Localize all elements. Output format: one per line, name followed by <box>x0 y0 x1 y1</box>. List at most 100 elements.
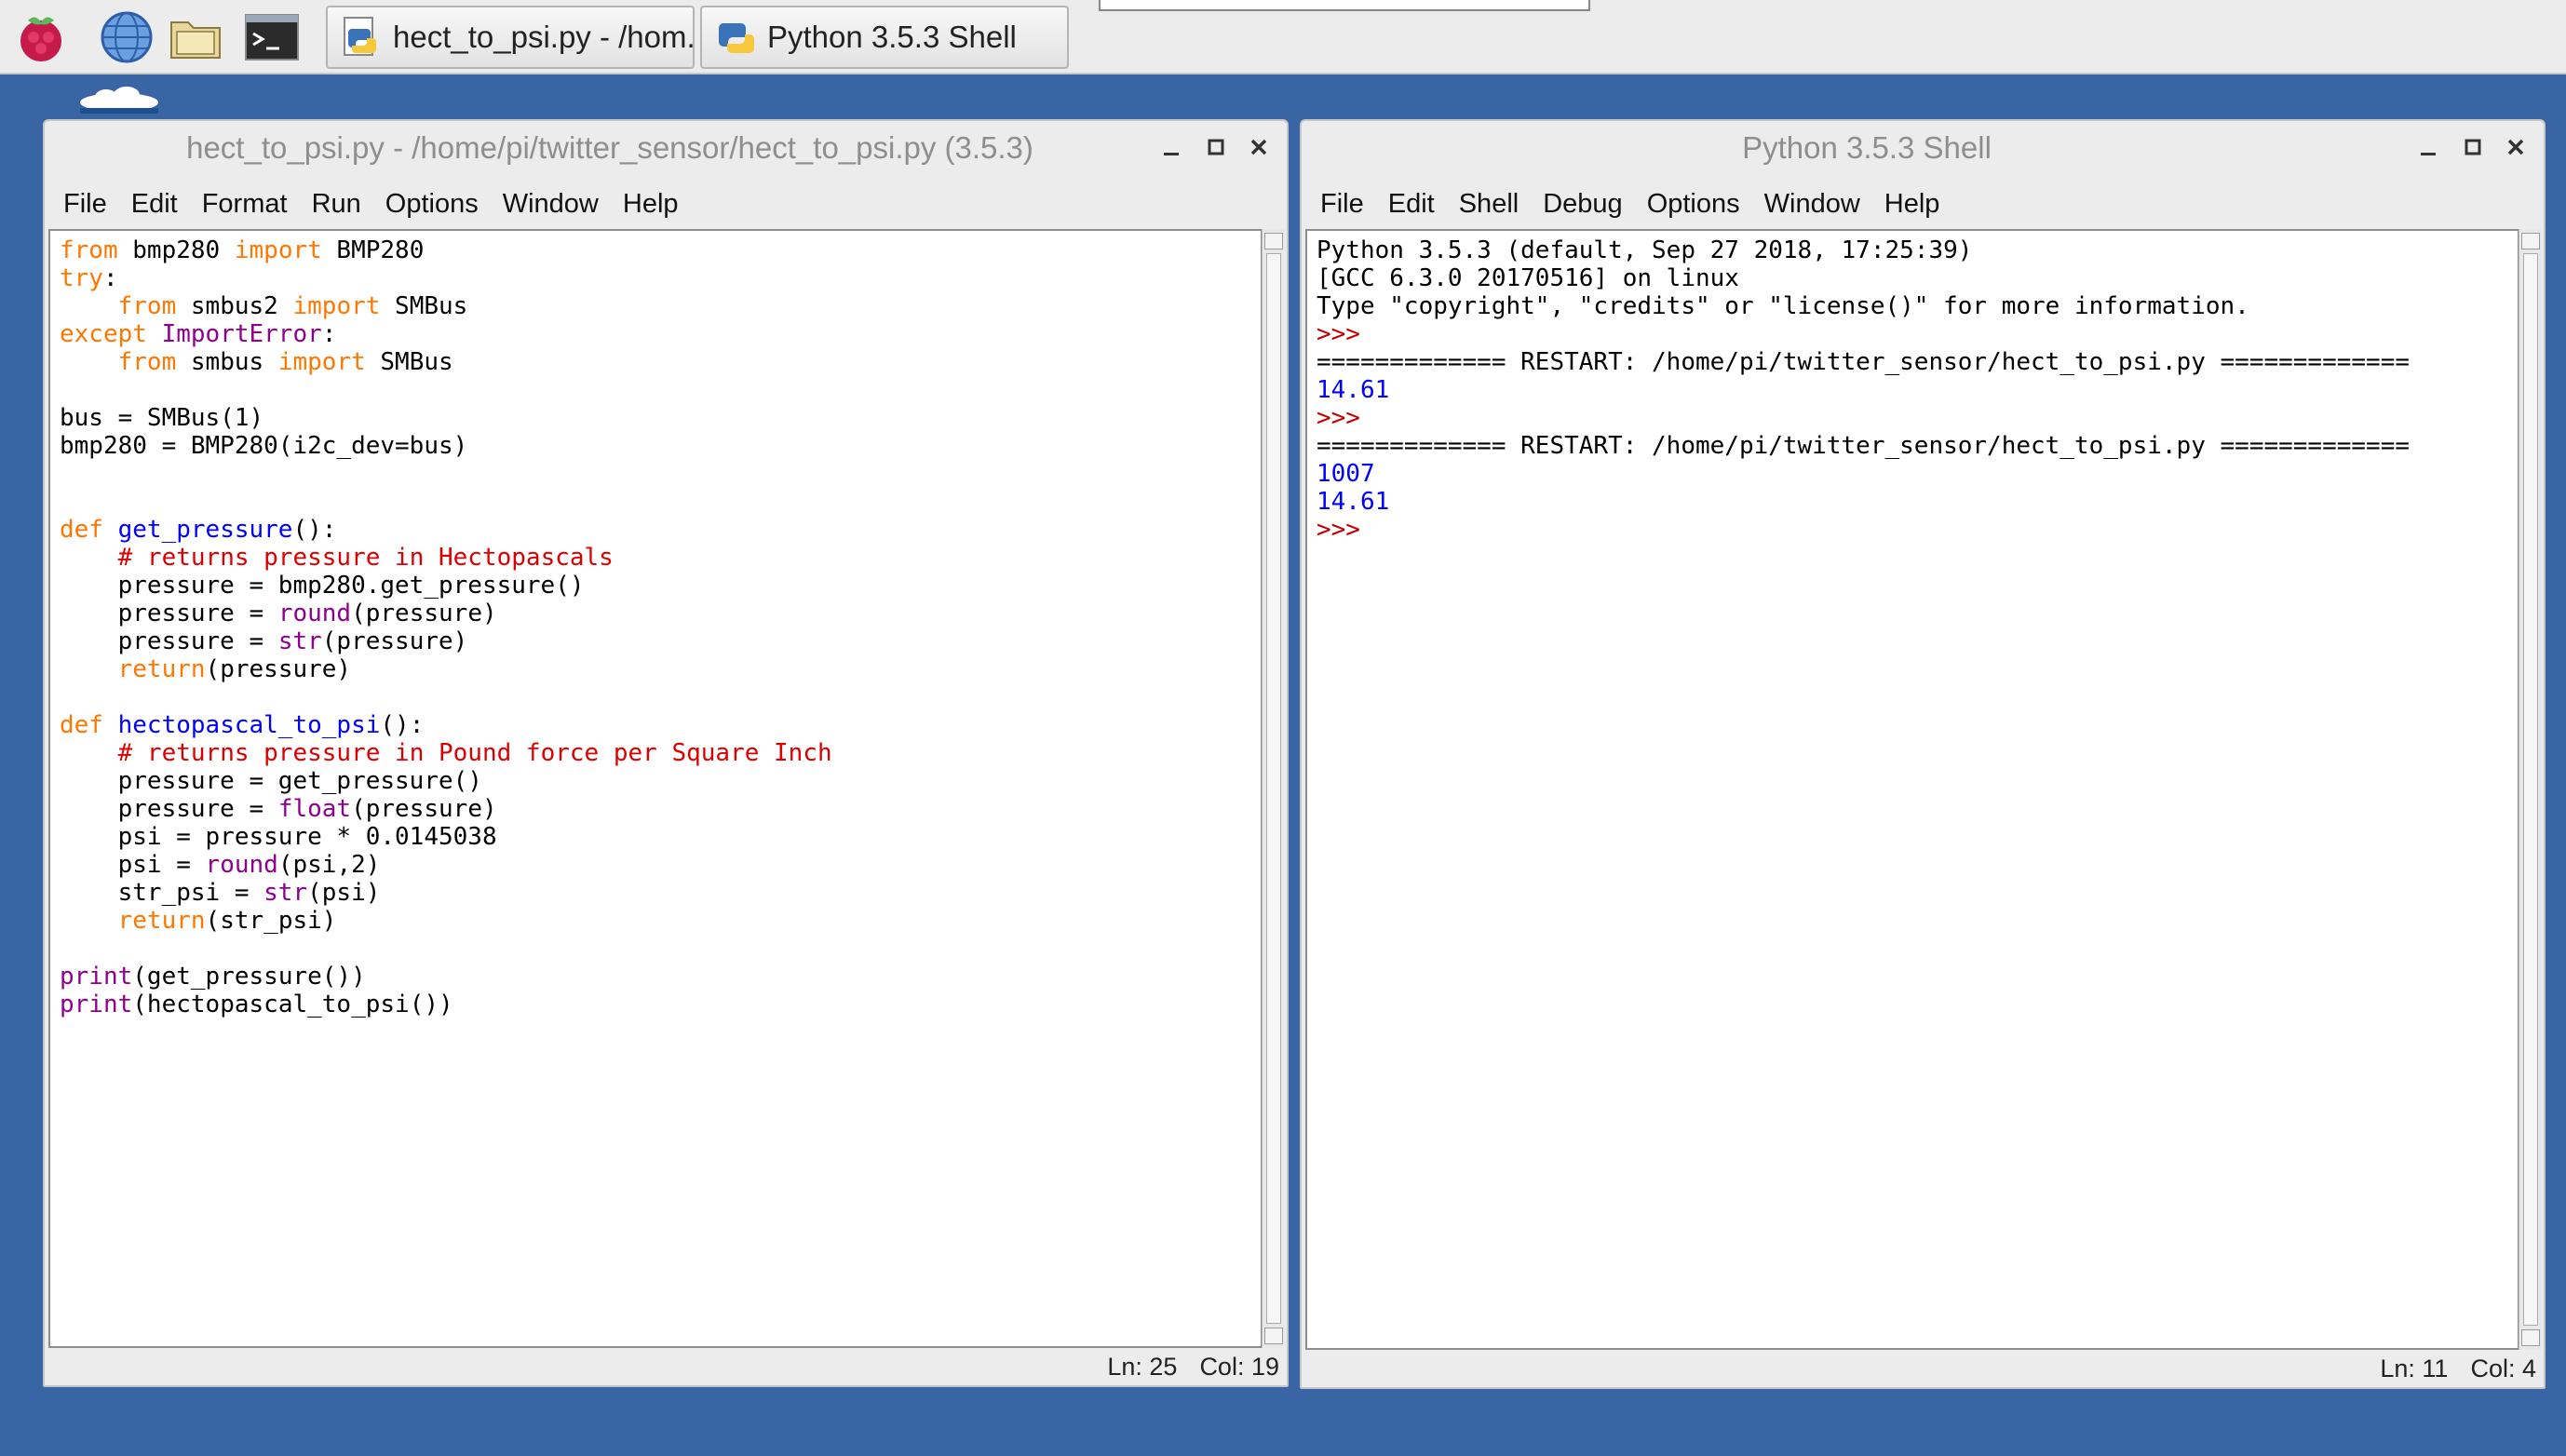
scroll-up-icon[interactable] <box>2521 233 2540 249</box>
code-token: from <box>117 292 177 320</box>
close-icon[interactable] <box>2503 134 2529 160</box>
menu-run[interactable]: Run <box>312 189 361 220</box>
shell-output-text[interactable]: Python 3.5.3 (default, Sep 27 2018, 17:2… <box>1305 229 2519 1350</box>
code-token: (): <box>380 711 425 739</box>
code-token: BMP280 <box>321 236 425 264</box>
code-token: get_pressure <box>117 516 293 544</box>
code-line: try: <box>60 264 1261 292</box>
code-token: pressure = <box>60 627 278 655</box>
shell-line: 14.61 <box>1317 488 2518 516</box>
shell-scrollbar[interactable] <box>2519 229 2542 1350</box>
code-token: def <box>60 516 103 544</box>
code-token: except <box>60 320 147 348</box>
menu-file[interactable]: File <box>63 189 107 220</box>
taskbar-button-editor[interactable]: hect_to_psi.py - /hom... <box>326 6 695 69</box>
scroll-down-icon[interactable] <box>2521 1329 2540 1346</box>
code-editor-text[interactable]: from bmp280 import BMP280 try: from smbus… <box>48 229 1263 1348</box>
menu-debug[interactable]: Debug <box>1543 189 1622 220</box>
code-token: : <box>321 320 337 348</box>
scroll-thumb[interactable] <box>2523 253 2538 1326</box>
code-line: psi = pressure * 0.0145038 <box>60 823 1261 851</box>
menu-options[interactable]: Options <box>1647 189 1740 220</box>
menu-edit[interactable]: Edit <box>1388 189 1435 220</box>
code-line: from smbus import SMBus <box>60 348 1261 376</box>
code-line: # returns pressure in Hectopascals <box>60 544 1261 572</box>
menu-shell[interactable]: Shell <box>1459 189 1519 220</box>
code-line: return(str_psi) <box>60 907 1261 935</box>
shell-line: >>> <box>1317 320 2518 348</box>
scroll-thumb[interactable] <box>1266 253 1281 1324</box>
code-line: except ImportError: <box>60 320 1261 348</box>
code-token: ============= RESTART: /home/pi/twitter_… <box>1317 432 2410 460</box>
web-browser-icon[interactable] <box>97 7 156 67</box>
code-token: >>> <box>1317 404 1375 432</box>
code-token: hectopascal_to_psi <box>117 711 381 739</box>
raspberry-menu-icon[interactable] <box>11 7 71 67</box>
column-indicator: Col: 4 <box>2470 1354 2536 1382</box>
menu-help[interactable]: Help <box>1884 189 1940 220</box>
minimize-icon[interactable] <box>2415 134 2441 160</box>
menu-options[interactable]: Options <box>385 189 479 220</box>
maximize-icon[interactable] <box>1203 134 1229 160</box>
shell-titlebar[interactable]: Python 3.5.3 Shell <box>1302 121 2544 175</box>
shell-statusbar: Ln: 11 Col: 4 <box>2380 1354 2536 1383</box>
terminal-icon[interactable] <box>242 7 302 67</box>
taskbar-button-label: hect_to_psi.py - /hom... <box>393 20 695 54</box>
shell-line: 14.61 <box>1317 376 2518 404</box>
taskbar-button-shell[interactable]: Python 3.5.3 Shell <box>700 6 1069 69</box>
scroll-up-icon[interactable] <box>1264 233 1283 249</box>
code-line: return(pressure) <box>60 655 1261 683</box>
maximize-icon[interactable] <box>2460 134 2486 160</box>
code-line: # returns pressure in Pound force per Sq… <box>60 739 1261 767</box>
menu-edit[interactable]: Edit <box>131 189 178 220</box>
code-token: (str_psi) <box>205 907 337 935</box>
scroll-down-icon[interactable] <box>1264 1328 1283 1344</box>
shell-window: Python 3.5.3 Shell File Edit Shell Debug… <box>1300 119 2546 1389</box>
code-token: (psi,2) <box>277 851 381 879</box>
menu-window[interactable]: Window <box>1764 189 1860 220</box>
editor-titlebar[interactable]: hect_to_psi.py - /home/pi/twitter_sensor… <box>45 121 1287 175</box>
code-token: psi = <box>60 851 206 879</box>
code-token: bmp280 <box>117 236 235 264</box>
file-manager-icon[interactable] <box>166 7 225 67</box>
shell-line: >>> <box>1317 404 2518 432</box>
editor-scrollbar[interactable] <box>1262 229 1285 1348</box>
code-token: str_psi = <box>60 879 264 907</box>
code-token: (get_pressure()) <box>132 963 366 991</box>
code-token: # returns pressure in Pound force per Sq… <box>117 739 832 767</box>
minimize-icon[interactable] <box>1158 134 1184 160</box>
code-token: # returns pressure in Hectopascals <box>117 544 614 572</box>
code-token: return <box>117 907 206 935</box>
code-token: (hectopascal_to_psi()) <box>132 991 453 1018</box>
code-token: from <box>117 348 177 376</box>
code-token: (pressure) <box>351 795 497 823</box>
menu-file[interactable]: File <box>1320 189 1364 220</box>
code-token: import <box>277 348 366 376</box>
code-line: bus = SMBus(1) <box>60 404 1261 432</box>
editor-window: hect_to_psi.py - /home/pi/twitter_sensor… <box>43 119 1289 1387</box>
code-line: pressure = get_pressure() <box>60 767 1261 795</box>
menu-format[interactable]: Format <box>202 189 288 220</box>
close-icon[interactable] <box>1246 134 1272 160</box>
code-token: import <box>234 236 322 264</box>
code-token: (pressure) <box>205 655 352 683</box>
shell-line: [GCC 6.3.0 20170516] on linux <box>1317 264 2518 292</box>
code-token: ============= RESTART: /home/pi/twitter_… <box>1317 348 2410 376</box>
code-token: round <box>205 851 278 879</box>
code-line: psi = round(psi,2) <box>60 851 1261 879</box>
column-indicator: Col: 19 <box>1199 1352 1279 1381</box>
code-token: : <box>102 264 118 292</box>
menu-window[interactable]: Window <box>503 189 599 220</box>
code-token: (psi) <box>307 879 381 907</box>
menu-help[interactable]: Help <box>623 189 679 220</box>
code-token: >>> <box>1317 320 1375 348</box>
code-line: pressure = bmp280.get_pressure() <box>60 572 1261 600</box>
code-token: SMBus <box>380 292 468 320</box>
desktop-cloud-icon[interactable] <box>74 86 164 117</box>
